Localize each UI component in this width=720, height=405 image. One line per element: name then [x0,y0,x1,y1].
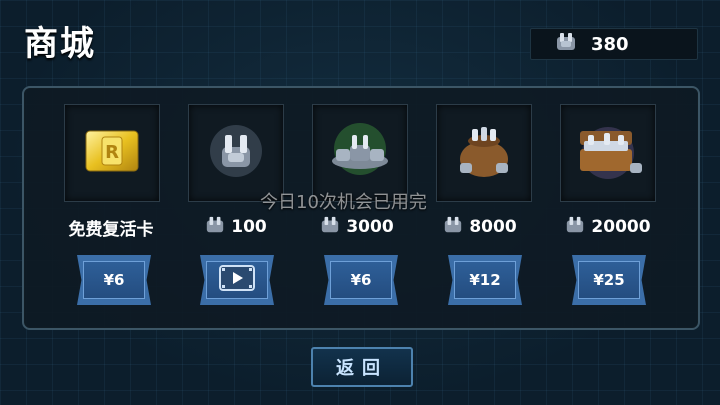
buy-button-revive-card[interactable]: ¥6 [77,255,151,305]
daily-limit-notice: 今日10次机会已用完 [260,192,427,213]
currency-amount: 380 [591,33,629,55]
gold-revive-card-icon: R [80,123,144,183]
item-label-crystal-100: 100 [166,214,306,240]
back-button[interactable]: 返回 [311,347,413,387]
item-label-crystal-8000: 8000 [410,214,550,240]
watch-video-button[interactable] [200,255,274,305]
crystal-small-icon [443,215,463,240]
crystal-small-icon [205,215,225,240]
item-slot-crystal-20000[interactable] [560,104,656,202]
buy-button-crystal-8000[interactable]: ¥12 [448,255,522,305]
video-play-icon [219,265,255,295]
item-amount: 3000 [346,217,394,237]
crystal-coin-icon [555,31,577,57]
svg-text:R: R [105,142,119,163]
item-slot-revive-card[interactable]: R [64,104,160,202]
buy-button-label: ¥6 [350,271,372,289]
item-slot-crystal-8000[interactable] [436,104,532,202]
item-amount: 8000 [469,217,517,237]
crystal-small-icon [320,215,340,240]
buy-button-label: ¥6 [103,271,125,289]
crystal-pile-icon [324,119,396,187]
treasure-chest-icon [570,119,646,187]
item-amount: 20000 [591,217,651,237]
crystal-small-icon [565,215,585,240]
item-name: 免费复活卡 [68,219,154,240]
page-title: 商城 [24,24,96,64]
buy-button-label: ¥12 [469,271,501,289]
item-label-revive-card: 免费复活卡 [41,214,181,240]
item-label-crystal-20000: 20000 [538,214,678,240]
item-label-crystal-3000: 3000 [287,214,427,240]
buy-button-label: ¥25 [593,271,625,289]
item-amount: 100 [231,217,267,237]
buy-button-crystal-20000[interactable]: ¥25 [572,255,646,305]
buy-button-crystal-3000[interactable]: ¥6 [324,255,398,305]
crystal-bag-icon [448,119,520,187]
single-crystal-icon [204,119,268,187]
currency-display: 380 [530,28,698,60]
